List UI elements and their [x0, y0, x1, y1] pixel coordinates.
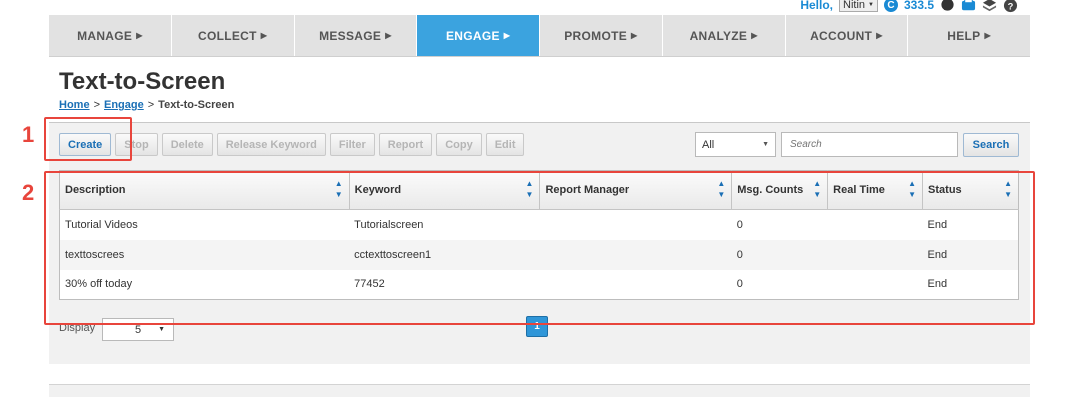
filter-button[interactable]: Filter	[329, 133, 375, 156]
nav-label: MANAGE	[77, 28, 133, 43]
credit-icon: C	[883, 0, 898, 12]
nav-message[interactable]: MESSAGE ▶	[295, 15, 418, 56]
chevron-down-icon: ▼	[868, 2, 874, 8]
arrow-right-icon: ▶	[136, 31, 143, 40]
callout-number-1: 1	[22, 122, 35, 147]
arrow-right-icon: ▶	[984, 31, 991, 40]
breadcrumb-current: Text-to-Screen	[158, 99, 235, 111]
greeting: Hello,	[800, 0, 833, 12]
edit-button[interactable]: Edit	[485, 133, 525, 156]
chevron-down-icon: ▼	[762, 141, 769, 148]
nav-label: MESSAGE	[319, 28, 382, 43]
help-icon[interactable]: ?	[1003, 0, 1018, 13]
nav-analyze[interactable]: ANALYZE ▶	[663, 15, 786, 56]
release-keyword-button[interactable]: Release Keyword	[216, 133, 326, 156]
nav-label: PROMOTE	[564, 28, 628, 43]
chat-icon[interactable]	[940, 0, 955, 13]
arrow-right-icon: ▶	[503, 31, 511, 40]
user-select[interactable]: Nitin ▼	[839, 0, 878, 12]
breadcrumb: Home > Engage > Text-to-Screen	[59, 99, 234, 111]
print-icon[interactable]	[961, 0, 976, 13]
search-button[interactable]: Search	[963, 133, 1019, 157]
nav-label: ACCOUNT	[810, 28, 873, 43]
arrow-right-icon: ▶	[385, 31, 392, 40]
nav-collect[interactable]: COLLECT ▶	[172, 15, 295, 56]
nav-promote[interactable]: PROMOTE ▶	[540, 15, 663, 56]
arrow-right-icon: ▶	[751, 31, 758, 40]
filter-select[interactable]: All ▼	[695, 132, 776, 157]
breadcrumb-separator: >	[147, 99, 155, 111]
arrow-right-icon: ▶	[876, 31, 883, 40]
filter-select-value: All	[702, 138, 715, 151]
callout-box-1	[44, 117, 132, 161]
nav-label: COLLECT	[198, 28, 257, 43]
copy-button[interactable]: Copy	[436, 133, 482, 156]
footer-bar	[49, 384, 1030, 397]
svg-text:?: ?	[1008, 1, 1014, 11]
chevron-down-icon: ▼	[158, 326, 165, 333]
arrow-right-icon: ▶	[631, 31, 638, 40]
page-size-value: 5	[135, 323, 142, 336]
callout-box-2	[44, 171, 1035, 325]
delete-button[interactable]: Delete	[161, 133, 213, 156]
breadcrumb-engage-link[interactable]: Engage	[104, 99, 144, 111]
page-title: Text-to-Screen	[59, 68, 226, 95]
nav-help[interactable]: HELP ▶	[908, 15, 1030, 56]
nav-manage[interactable]: MANAGE ▶	[49, 15, 172, 56]
credit-balance: 333.5	[903, 0, 934, 12]
nav-account[interactable]: ACCOUNT ▶	[786, 15, 909, 56]
arrow-right-icon: ▶	[260, 31, 268, 40]
breadcrumb-separator: >	[93, 99, 100, 111]
breadcrumb-home-link[interactable]: Home	[59, 99, 90, 111]
nav-engage[interactable]: ENGAGE ▶	[417, 15, 540, 56]
report-button[interactable]: Report	[378, 133, 433, 156]
main-nav: MANAGE ▶ COLLECT ▶ MESSAGE ▶ ENGAGE ▶ PROMOT…	[49, 15, 1030, 57]
nav-label: ANALYZE	[689, 28, 748, 43]
user-bar: Hello, Nitin ▼ C 333.5 ?	[800, 0, 1018, 14]
nav-label: ENGAGE	[445, 28, 500, 43]
layers-icon[interactable]	[982, 0, 997, 13]
nav-label: HELP	[947, 28, 981, 43]
search-input[interactable]	[781, 132, 958, 157]
callout-number-2: 2	[22, 180, 35, 205]
user-name: Nitin	[843, 0, 866, 11]
